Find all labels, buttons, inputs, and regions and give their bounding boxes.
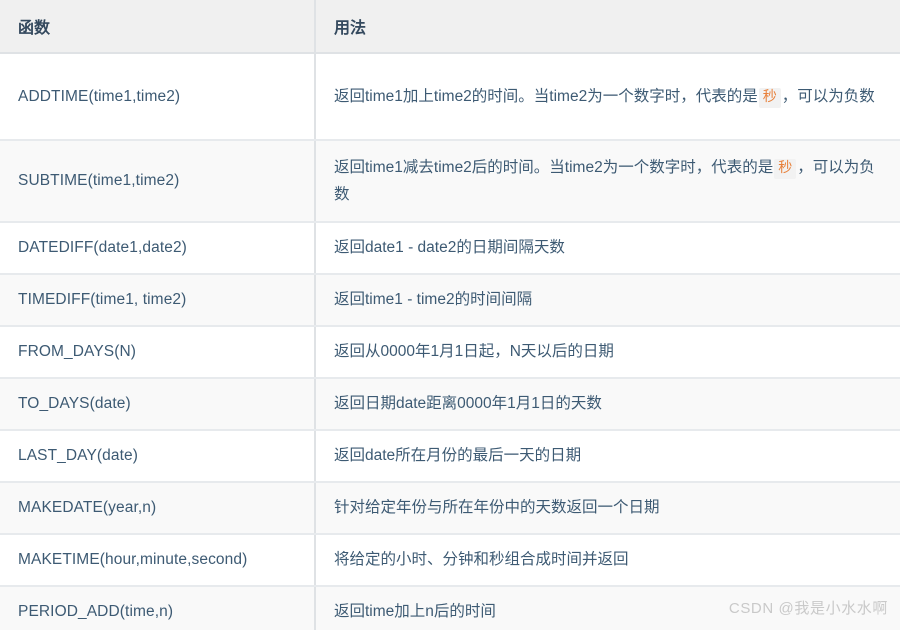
cell-usage-description: 将给定的小时、分钟和秒组合成时间并返回 <box>315 534 900 587</box>
usage-text-after-tag: ，可以为负数 <box>781 87 875 105</box>
table-row: TO_DAYS(date) 返回日期date距离0000年1月1日的天数 <box>0 378 900 431</box>
cell-usage-description: 返回日期date距离0000年1月1日的天数 <box>315 378 900 431</box>
cell-function-name: TO_DAYS(date) <box>0 378 316 431</box>
cell-usage-description: 返回time1 - time2的时间间隔 <box>315 274 900 327</box>
table-row: SUBTIME(time1,time2) 返回time1减去time2后的时间。… <box>0 140 900 223</box>
table-body: ADDTIME(time1,time2) 返回time1加上time2的时间。当… <box>0 53 900 630</box>
function-reference-table-container: 函数 用法 ADDTIME(time1,time2) 返回time1加上time… <box>0 0 900 630</box>
table-row: DATEDIFF(date1,date2) 返回date1 - date2的日期… <box>0 222 900 275</box>
cell-usage-description: 返回date1 - date2的日期间隔天数 <box>315 222 900 275</box>
inline-code-tag: 秒 <box>758 87 781 109</box>
inline-code-tag: 秒 <box>774 158 797 180</box>
cell-function-name: MAKETIME(hour,minute,second) <box>0 534 316 587</box>
cell-function-name: DATEDIFF(date1,date2) <box>0 222 316 275</box>
table-header-row: 函数 用法 <box>0 0 900 54</box>
cell-usage-description: 返回time加上n后的时间 <box>334 602 496 620</box>
table-row: TIMEDIFF(time1, time2) 返回time1 - time2的时… <box>0 274 900 327</box>
cell-usage-description: 返回date所在月份的最后一天的日期 <box>315 430 900 483</box>
cell-function-name: MAKEDATE(year,n) <box>0 482 316 535</box>
table-row: PERIOD_ADD(time,n) 返回time加上n后的时间 <box>0 586 900 630</box>
cell-usage-description: 返回time1加上time2的时间。当time2为一个数字时，代表的是秒，可以为… <box>315 53 900 141</box>
cell-usage-description: 针对给定年份与所在年份中的天数返回一个日期 <box>315 482 900 535</box>
cell-function-name: LAST_DAY(date) <box>0 430 316 483</box>
table-row: LAST_DAY(date) 返回date所在月份的最后一天的日期 <box>0 430 900 483</box>
cell-function-name: PERIOD_ADD(time,n) <box>0 586 316 630</box>
table-header: 函数 用法 <box>0 0 900 54</box>
cell-function-name: ADDTIME(time1,time2) <box>0 53 316 141</box>
column-header-function: 函数 <box>0 0 316 54</box>
cell-usage-description: 返回从0000年1月1日起，N天以后的日期 <box>315 326 900 379</box>
function-reference-table: 函数 用法 ADDTIME(time1,time2) 返回time1加上time… <box>0 0 900 630</box>
cell-function-name: TIMEDIFF(time1, time2) <box>0 274 316 327</box>
table-row: FROM_DAYS(N) 返回从0000年1月1日起，N天以后的日期 <box>0 326 900 379</box>
table-row: ADDTIME(time1,time2) 返回time1加上time2的时间。当… <box>0 53 900 141</box>
column-header-usage: 用法 <box>315 0 900 54</box>
table-row: MAKEDATE(year,n) 针对给定年份与所在年份中的天数返回一个日期 <box>0 482 900 535</box>
usage-text-before-tag: 返回time1加上time2的时间。当time2为一个数字时，代表的是 <box>334 87 758 105</box>
cell-usage-description: 返回time1减去time2后的时间。当time2为一个数字时，代表的是秒，可以… <box>315 140 900 223</box>
usage-text-before-tag: 返回time1减去time2后的时间。当time2为一个数字时，代表的是 <box>334 158 774 176</box>
cell-function-name: FROM_DAYS(N) <box>0 326 316 379</box>
table-row: MAKETIME(hour,minute,second) 将给定的小时、分钟和秒… <box>0 534 900 587</box>
cell-function-name: SUBTIME(time1,time2) <box>0 140 316 223</box>
